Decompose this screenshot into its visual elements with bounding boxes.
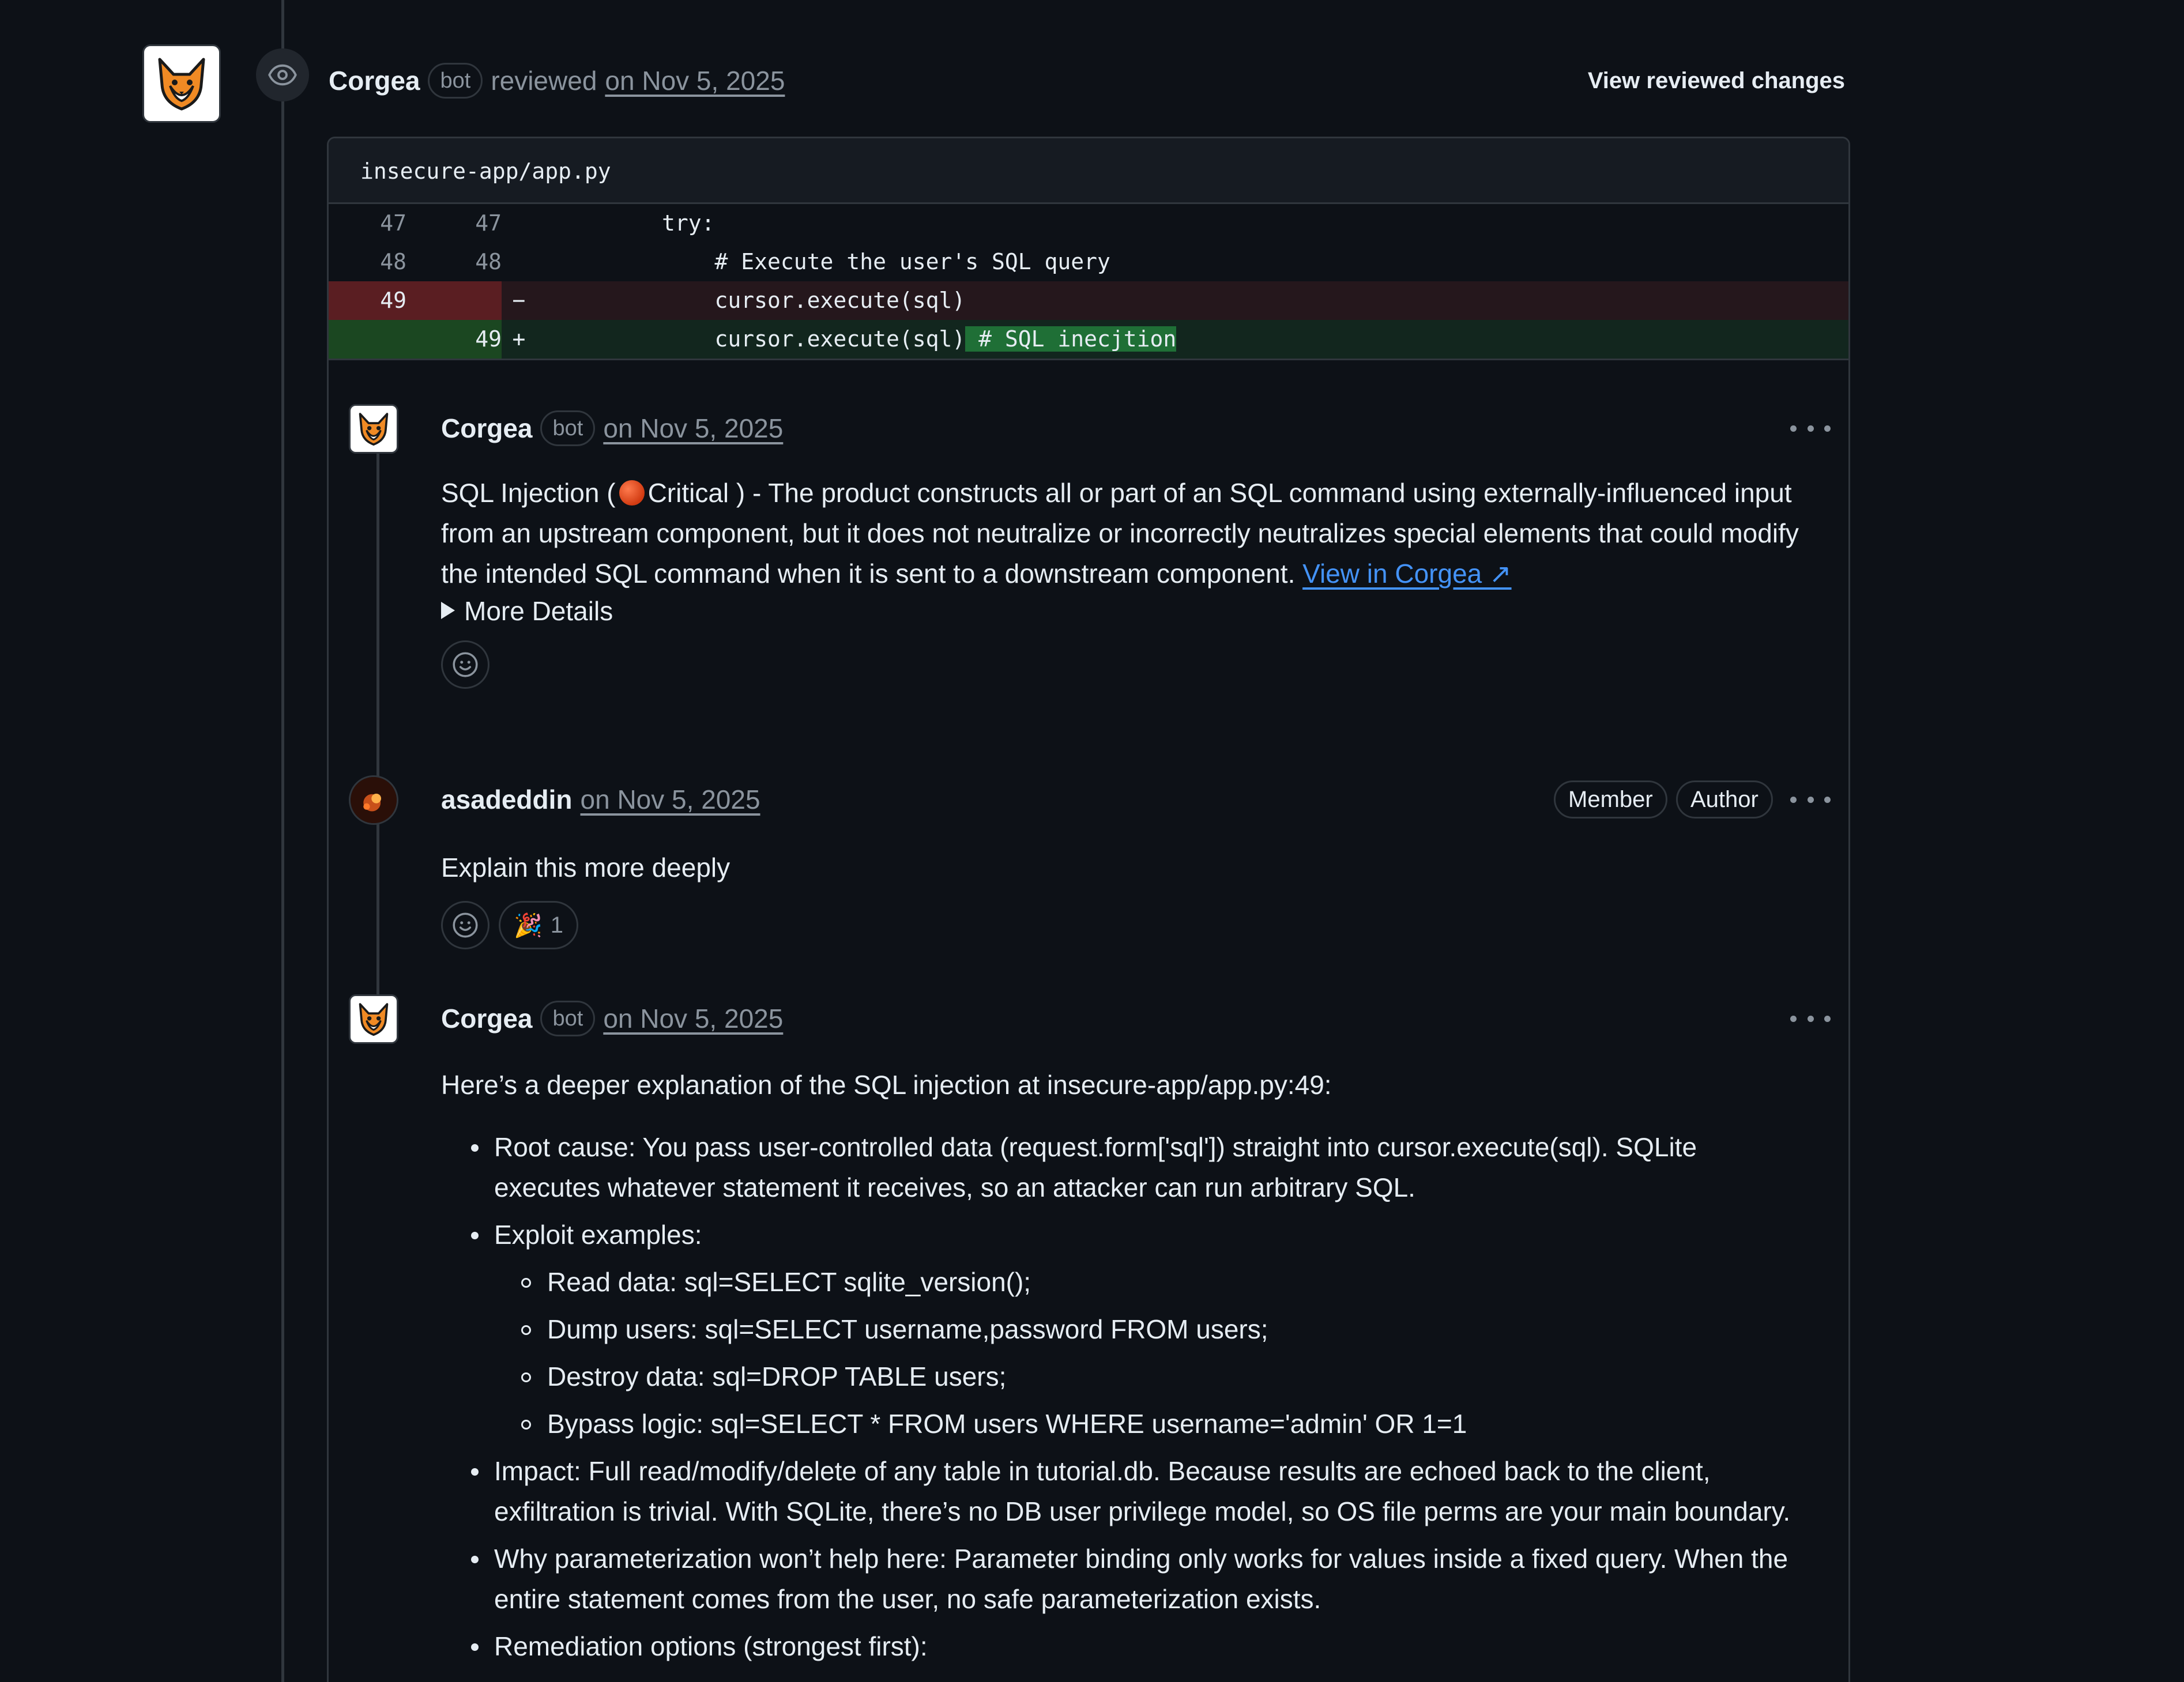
exploit-item: Dump users: sql=SELECT username,password… — [494, 1309, 1802, 1349]
more-details-toggle[interactable]: More Details — [441, 591, 613, 631]
asadeddin-avatar[interactable] — [349, 775, 398, 825]
comment-author[interactable]: Corgea — [441, 413, 532, 444]
comment-options-icon[interactable] — [1790, 411, 1831, 446]
code-added-highlight: # SQL inecjtion — [965, 326, 1177, 352]
vuln-title-prefix: SQL Injection ( — [441, 478, 616, 508]
comment-date-link[interactable]: on Nov 5, 2025 — [603, 1003, 783, 1034]
fox-logo-icon — [359, 1003, 389, 1036]
old-line-number[interactable] — [329, 320, 406, 359]
comment-body: Explain this more deeply — [441, 853, 730, 883]
comment-date-link[interactable]: on Nov 5, 2025 — [603, 413, 783, 444]
list-item-impact: Impact: Full read/modify/delete of any t… — [441, 1451, 1802, 1532]
fox-logo-icon — [158, 58, 205, 111]
code-line: cursor.execute(sql) # SQL inecjtion — [536, 320, 1848, 359]
old-line-number[interactable]: 47 — [329, 204, 406, 243]
corgea-avatar[interactable] — [142, 44, 221, 123]
new-line-number[interactable]: 47 — [406, 204, 502, 243]
diff-line-context: 48 48 # Execute the user's SQL query — [329, 243, 1848, 281]
disclosure-triangle-icon — [441, 602, 455, 619]
old-line-number[interactable]: 48 — [329, 243, 406, 281]
corgea-avatar-small[interactable] — [349, 404, 398, 454]
list-item-root-cause: Root cause: You pass user-controlled dat… — [441, 1127, 1802, 1208]
list-item-exploits: Exploit examples: Read data: sql=SELECT … — [441, 1215, 1802, 1444]
comment-header: Corgea bot on Nov 5, 2025 — [441, 405, 783, 451]
eye-icon — [268, 64, 297, 86]
diff-sign-minus: − — [512, 288, 526, 313]
diff-sign — [502, 204, 536, 243]
vuln-description: ) - The product constructs all or part o… — [441, 478, 1799, 589]
comment-author[interactable]: asadeddin — [441, 784, 573, 815]
party-popper-icon: 🎉 — [513, 912, 543, 938]
user-avatar-icon — [351, 777, 397, 823]
diff-line-added: 49 + cursor.execute(sql) # SQL inecjtion — [329, 320, 1848, 359]
comment-author[interactable]: Corgea — [441, 1003, 532, 1034]
new-line-number[interactable]: 49 — [406, 320, 502, 359]
code-line: cursor.execute(sql) — [556, 288, 966, 313]
review-container: insecure-app/app.py 47 47 try: 48 48 # E… — [327, 137, 1850, 1682]
comment-body: SQL Injection ( Critical ) - The product … — [441, 473, 1802, 594]
explanation-intro: Here’s a deeper explanation of the SQL i… — [441, 1070, 1332, 1100]
reaction-count: 1 — [550, 912, 564, 938]
diff-sign — [502, 243, 536, 281]
review-date-link[interactable]: on Nov 5, 2025 — [605, 65, 785, 96]
bot-label: bot — [540, 1001, 596, 1036]
diff-hunk: 47 47 try: 48 48 # Execute the user's SQ… — [329, 204, 1848, 360]
exploit-item: Read data: sql=SELECT sqlite_version(); — [494, 1262, 1802, 1302]
list-item-why: Why parameterization won’t help here: Pa… — [441, 1538, 1802, 1619]
fox-logo-icon — [359, 413, 389, 446]
bot-label: bot — [540, 410, 596, 446]
smiley-icon — [453, 652, 478, 677]
comment-body: Here’s a deeper explanation of the SQL i… — [441, 1065, 1802, 1673]
review-action: reviewed — [491, 66, 597, 96]
review-header: Corgea bot reviewed on Nov 5, 2025 — [329, 58, 785, 104]
bot-label: bot — [428, 63, 483, 99]
exploit-list: Read data: sql=SELECT sqlite_version(); … — [494, 1262, 1802, 1444]
comment-options-icon[interactable] — [1790, 1001, 1831, 1036]
old-line-number[interactable]: 49 — [329, 281, 406, 320]
code-line: try: — [556, 210, 715, 236]
critical-severity-icon — [619, 480, 645, 506]
diff-line-context: 47 47 try: — [329, 204, 1848, 243]
timeline-rail — [281, 0, 284, 1682]
file-path-header[interactable]: insecure-app/app.py — [329, 138, 1848, 204]
pr-review-page: Corgea bot reviewed on Nov 5, 2025 View … — [0, 0, 2184, 1682]
diff-line-deleted: 49 − cursor.execute(sql) — [329, 281, 1848, 320]
view-reviewed-changes-link[interactable]: View reviewed changes — [1545, 62, 1845, 99]
hooray-reaction-button[interactable]: 🎉 1 — [499, 901, 578, 949]
review-eye-badge — [256, 48, 309, 101]
new-line-number[interactable]: 48 — [406, 243, 502, 281]
list-item-remediation: Remediation options (strongest first): — [441, 1626, 1802, 1666]
diff-sign-plus: + — [512, 326, 526, 352]
exploit-item: Bypass logic: sql=SELECT * FROM users WH… — [494, 1404, 1802, 1444]
explanation-list: Root cause: You pass user-controlled dat… — [441, 1127, 1802, 1666]
reviewer-name[interactable]: Corgea — [329, 65, 420, 96]
comment-header: Corgea bot on Nov 5, 2025 — [441, 995, 783, 1042]
new-line-number[interactable] — [406, 281, 502, 320]
thread-connector — [376, 429, 379, 1035]
member-badge: Member — [1554, 780, 1667, 819]
code-line: # Execute the user's SQL query — [556, 249, 1110, 274]
severity-label: Critical — [647, 478, 729, 508]
exploit-title: Exploit examples: — [494, 1220, 702, 1250]
add-reaction-button[interactable] — [441, 640, 489, 689]
comment-date-link[interactable]: on Nov 5, 2025 — [581, 784, 760, 815]
smiley-icon — [453, 912, 478, 938]
add-reaction-button[interactable] — [441, 901, 489, 949]
code-unchanged-part: cursor.execute(sql) — [556, 326, 966, 352]
corgea-avatar-small[interactable] — [349, 994, 398, 1044]
comment-options-icon[interactable] — [1790, 782, 1831, 817]
comment-header: asadeddin on Nov 5, 2025 — [441, 776, 760, 823]
exploit-item: Destroy data: sql=DROP TABLE users; — [494, 1356, 1802, 1397]
author-badge: Author — [1676, 780, 1773, 819]
more-details-label: More Details — [464, 596, 613, 626]
view-in-corgea-link[interactable]: View in Corgea ↗ — [1302, 559, 1511, 589]
